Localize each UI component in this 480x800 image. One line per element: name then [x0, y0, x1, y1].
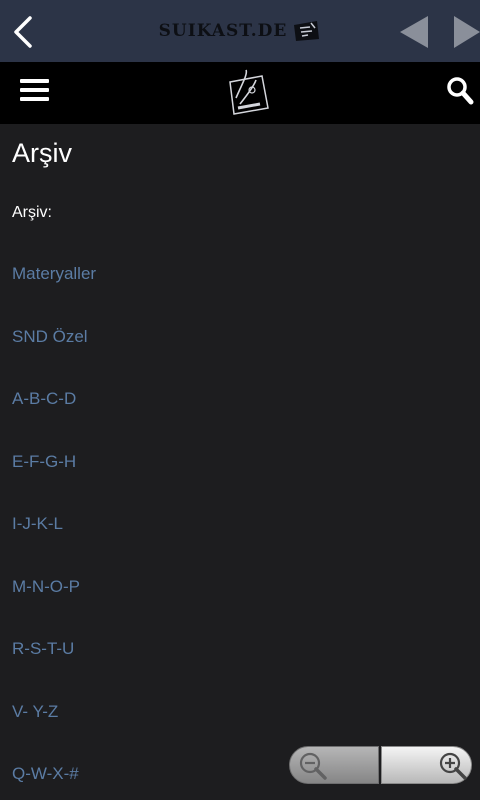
- zoom-out-button[interactable]: [289, 746, 379, 784]
- archive-link-e-f-g-h[interactable]: E-F-G-H: [12, 452, 76, 472]
- prev-page-button[interactable]: [398, 14, 432, 50]
- prev-page-icon: [400, 16, 428, 48]
- page-title: Arşiv: [12, 138, 72, 168]
- site-title: SUIKAST.DE: [158, 21, 288, 41]
- archive-link-snd-ozel[interactable]: SND Özel: [12, 327, 88, 347]
- main-content: Arşiv Arşiv: Materyaller SND Özel A-B-C-…: [0, 124, 480, 800]
- next-page-button[interactable]: [452, 14, 480, 50]
- zoom-out-icon: [299, 752, 327, 780]
- archive-link-r-s-t-u[interactable]: R-S-T-U: [12, 639, 74, 659]
- next-page-icon: [454, 16, 480, 48]
- section-label: Arşiv:: [12, 204, 52, 221]
- site-logo-icon[interactable]: [218, 64, 278, 122]
- archive-link-i-j-k-l[interactable]: I-J-K-L: [12, 514, 63, 534]
- logo-icon: [294, 21, 320, 41]
- archive-link-m-n-o-p[interactable]: M-N-O-P: [12, 577, 80, 597]
- archive-link-materyaller[interactable]: Materyaller: [12, 264, 96, 284]
- browser-top-bar: SUIKAST.DE: [0, 0, 480, 62]
- archive-link-v-y-z[interactable]: V- Y-Z: [12, 702, 58, 722]
- zoom-in-icon: [439, 752, 467, 780]
- archive-link-q-w-x[interactable]: Q-W-X-#: [12, 764, 79, 784]
- back-icon: [14, 16, 32, 48]
- search-icon: [447, 77, 474, 105]
- menu-button[interactable]: [20, 78, 50, 104]
- back-button[interactable]: [6, 12, 42, 52]
- archive-link-a-b-c-d[interactable]: A-B-C-D: [12, 389, 76, 409]
- search-button[interactable]: [446, 76, 474, 106]
- hamburger-menu-icon: [20, 79, 49, 101]
- zoom-in-button[interactable]: [381, 746, 472, 784]
